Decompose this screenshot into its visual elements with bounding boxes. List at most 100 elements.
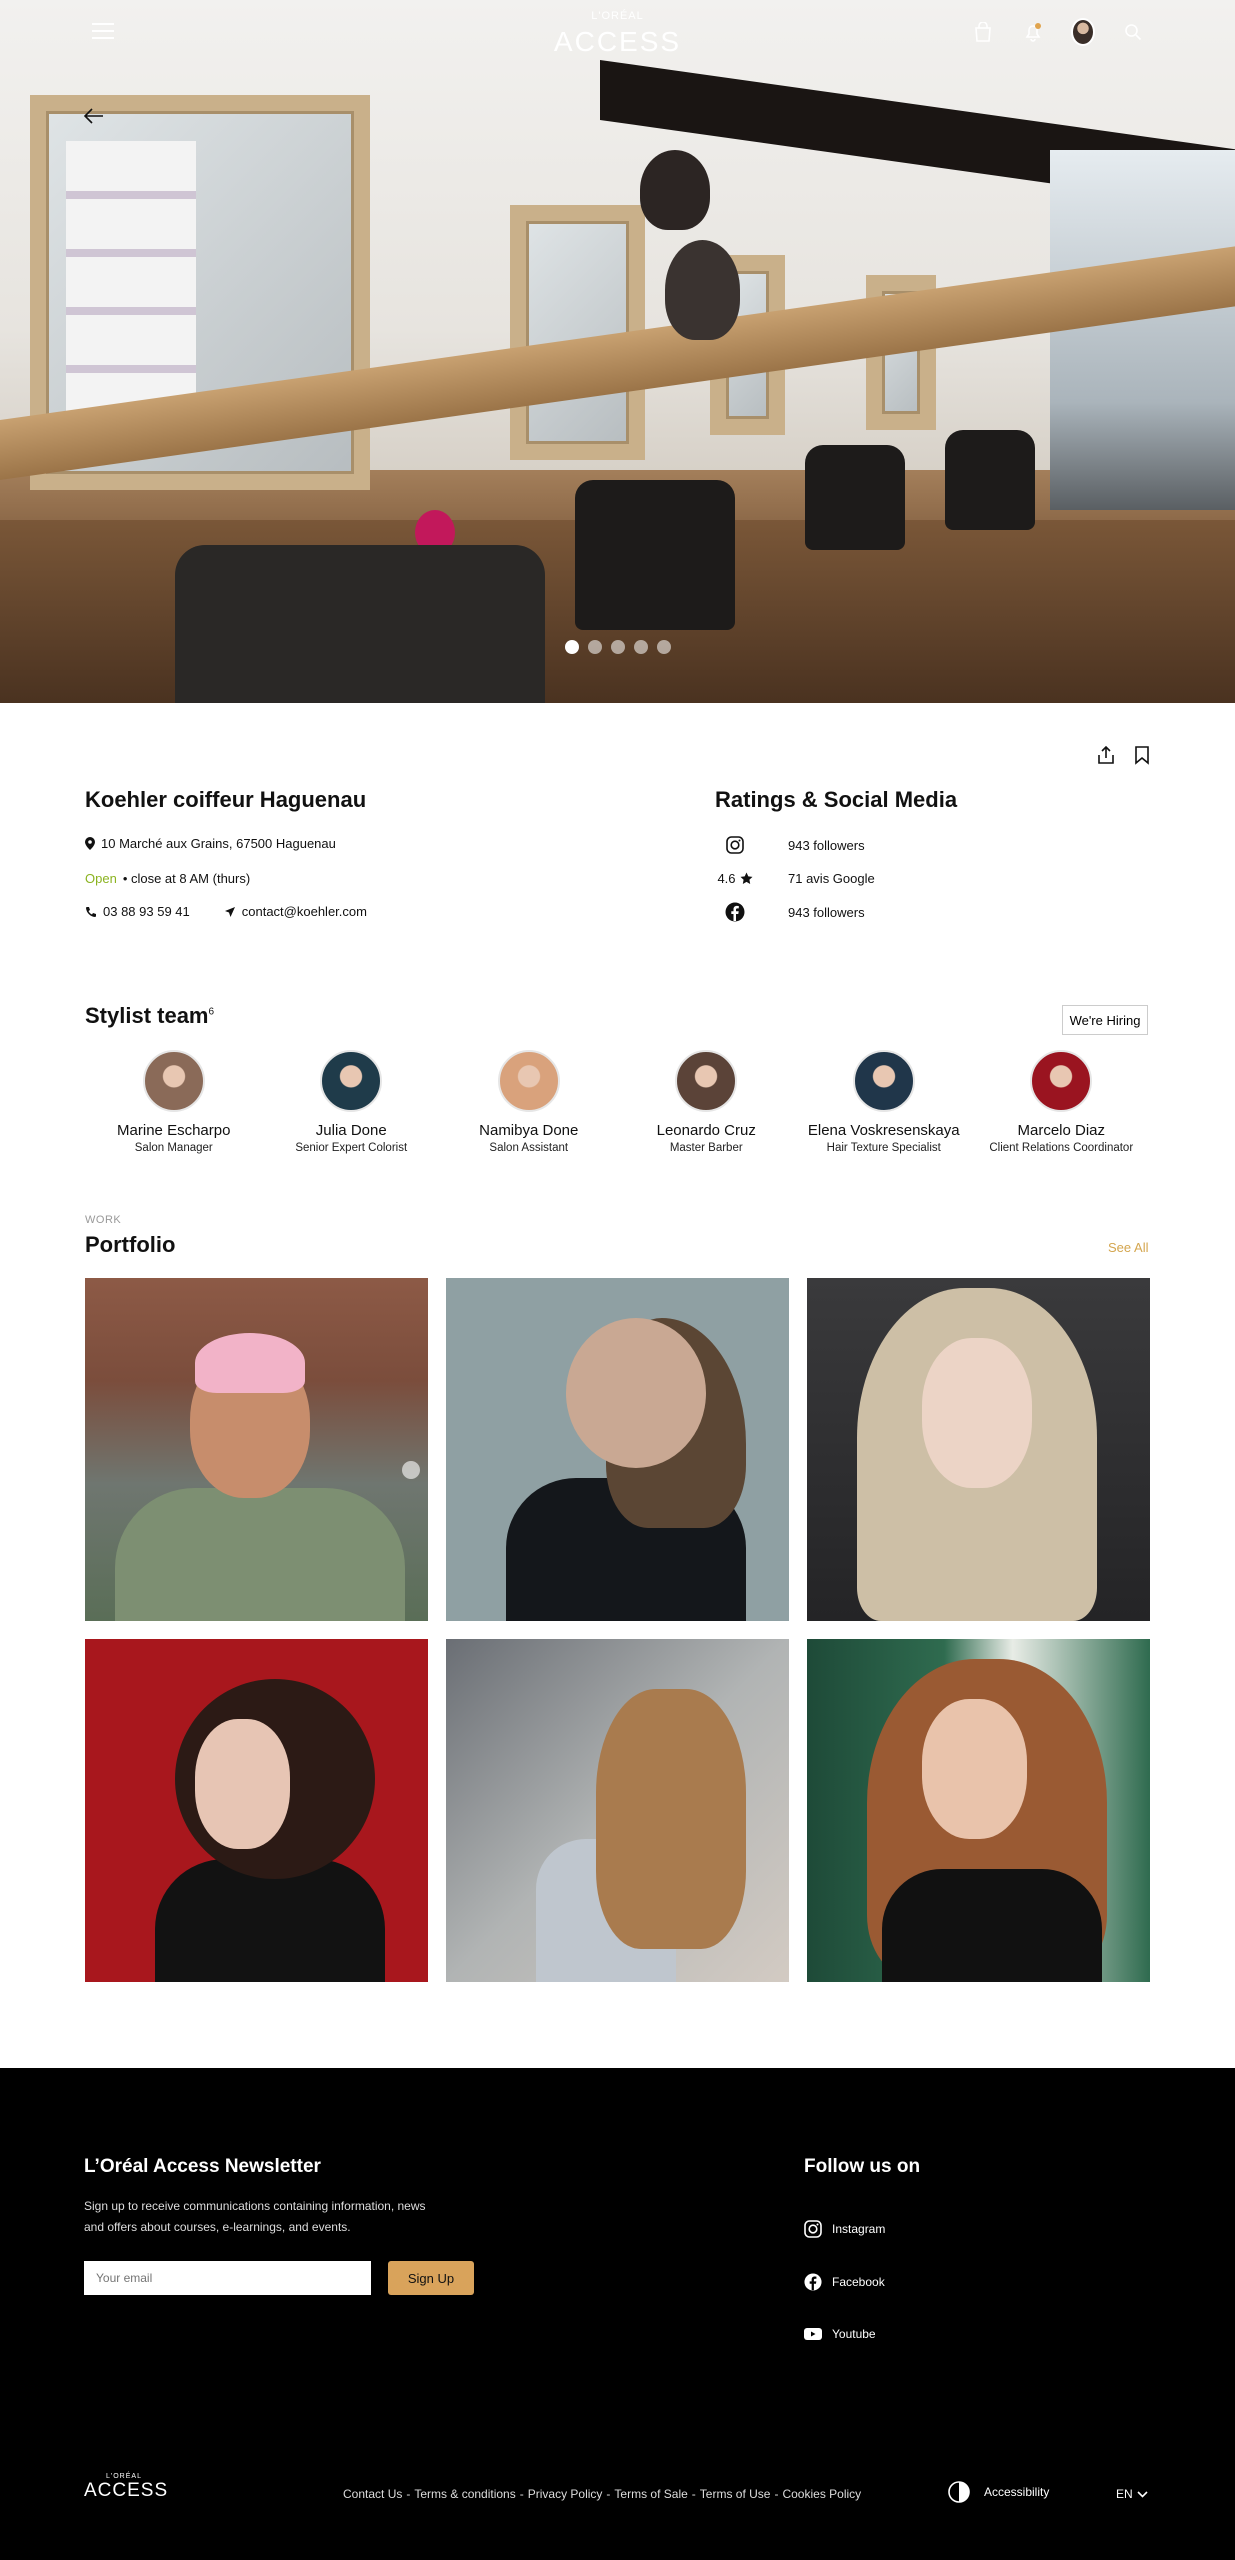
- stylist-role: Master Barber: [669, 1142, 743, 1154]
- link-separator: -: [406, 2487, 411, 2501]
- bell-icon[interactable]: [1021, 20, 1045, 44]
- google-reviews: 71 avis Google: [788, 871, 875, 886]
- instagram-label: Instagram: [832, 2222, 886, 2236]
- stylist-avatar: [1030, 1050, 1093, 1112]
- send-icon: [224, 906, 235, 917]
- instagram-link[interactable]: Instagram: [804, 2220, 885, 2238]
- stylist-count: 6: [208, 1006, 215, 1018]
- stylist-avatar: [320, 1050, 383, 1112]
- stylist-role: Senior Expert Colorist: [295, 1142, 408, 1154]
- stylist-card[interactable]: Namibya Done Salon Assistant: [440, 1050, 618, 1154]
- see-all-link[interactable]: See All: [1108, 1240, 1148, 1255]
- footer-logo[interactable]: L'ORÉAL ACCESS: [84, 2473, 168, 2502]
- link-separator: -: [519, 2487, 524, 2501]
- portfolio-image-6[interactable]: [807, 1639, 1150, 1982]
- stylist-role: Salon Assistant: [489, 1142, 569, 1154]
- stylist-avatar: [852, 1050, 915, 1112]
- next-arrow-icon[interactable]: [402, 1461, 420, 1479]
- youtube-label: Youtube: [832, 2327, 876, 2341]
- ratings-title: Ratings & Social Media: [715, 787, 958, 812]
- facebook-row[interactable]: 943 followers: [715, 902, 865, 922]
- search-icon[interactable]: [1121, 20, 1145, 44]
- salon-name: Koehler coiffeur Haguenau: [85, 787, 367, 812]
- carousel-dot[interactable]: [587, 640, 602, 654]
- footer-link[interactable]: Cookies Policy: [782, 2487, 861, 2501]
- stylist-name: Marcelo Diaz: [1017, 1122, 1106, 1139]
- portfolio-image-3[interactable]: [807, 1278, 1150, 1621]
- bookmark-icon[interactable]: [1134, 745, 1156, 767]
- stylist-team-label: Stylist team: [85, 1003, 209, 1028]
- footer-links: Contact Us - Terms & conditions - Privacy Po…: [343, 2487, 861, 2501]
- stylist-avatar: [142, 1050, 205, 1112]
- salon-phone[interactable]: 03 88 93 59 41: [103, 904, 190, 919]
- instagram-icon: [726, 836, 744, 854]
- stylist-avatar: [497, 1050, 560, 1112]
- stylist-card[interactable]: Leonardo Cruz Master Barber: [618, 1050, 796, 1154]
- stylist-team-title: Stylist team6: [85, 1003, 214, 1029]
- stylist-card[interactable]: Marine Escharpo Salon Manager: [85, 1050, 263, 1154]
- hero-carousel[interactable]: L'ORÉAL ACCESS: [0, 0, 1235, 703]
- shopping-bag-icon[interactable]: [971, 20, 995, 44]
- youtube-icon: [804, 2328, 822, 2340]
- open-status: Open: [85, 871, 117, 886]
- portfolio-image-2[interactable]: [446, 1278, 789, 1621]
- carousel-dot[interactable]: [633, 640, 648, 654]
- footer-link[interactable]: Terms of Sale: [614, 2487, 687, 2501]
- stylist-name: Elena Voskresenskaya: [807, 1122, 960, 1139]
- google-rating-row[interactable]: 4.6 71 avis Google: [715, 871, 875, 886]
- stylist-card[interactable]: Marcelo Diaz Client Relations Coordinator: [973, 1050, 1151, 1154]
- we-are-hiring-button[interactable]: We're Hiring: [1062, 1005, 1148, 1035]
- salon-hours-row: Open • close at 8 AM (thurs): [85, 871, 250, 886]
- facebook-followers: 943 followers: [788, 904, 865, 920]
- footer-logo-brand: L'ORÉAL: [106, 2473, 142, 2480]
- salon-actions: [1096, 745, 1156, 767]
- sign-up-button[interactable]: Sign Up: [388, 2261, 474, 2295]
- hero-image-detail: [640, 150, 710, 230]
- facebook-link[interactable]: Facebook: [804, 2273, 885, 2291]
- newsletter-text: Sign up to receive communications contai…: [84, 2199, 426, 2234]
- carousel-dot[interactable]: [656, 640, 671, 654]
- link-separator: -: [691, 2487, 696, 2501]
- google-score: 4.6: [717, 871, 736, 886]
- stylist-avatar: [675, 1050, 738, 1112]
- stylist-card[interactable]: Julia Done Senior Expert Colorist: [263, 1050, 441, 1154]
- footer-link[interactable]: Terms & conditions: [414, 2487, 515, 2501]
- facebook-icon: [804, 2273, 822, 2291]
- youtube-link[interactable]: Youtube: [804, 2327, 876, 2341]
- portfolio-image-4[interactable]: [85, 1639, 428, 1982]
- language-selector[interactable]: EN: [1116, 2487, 1148, 2501]
- footer: L’Oréal Access Newsletter Sign up to rec…: [0, 2068, 1235, 2560]
- top-navigation: L'ORÉAL ACCESS: [0, 0, 1235, 70]
- stylist-name: Marine Escharpo: [117, 1122, 231, 1139]
- salon-contact-row: 03 88 93 59 41 contact@koehler.com: [85, 904, 367, 919]
- chevron-down-icon: [1137, 2490, 1148, 2498]
- carousel-dot[interactable]: [610, 640, 625, 654]
- phone-icon: [86, 906, 96, 917]
- stylist-role: Hair Texture Specialist: [826, 1142, 941, 1154]
- stylist-card[interactable]: Elena Voskresenskaya Hair Texture Special…: [795, 1050, 973, 1154]
- instagram-followers: 943 followers: [788, 837, 865, 853]
- facebook-label: Facebook: [832, 2275, 885, 2289]
- newsletter-email-input[interactable]: [84, 2261, 371, 2295]
- salon-address: 10 Marché aux Grains, 67500 Haguenau: [101, 836, 336, 851]
- back-arrow-icon[interactable]: [83, 108, 104, 129]
- carousel-dot[interactable]: [564, 640, 579, 654]
- follow-us-title: Follow us on: [804, 2156, 921, 2177]
- footer-link[interactable]: Privacy Policy: [528, 2487, 603, 2501]
- footer-link[interactable]: Contact Us: [343, 2487, 402, 2501]
- instagram-row[interactable]: 943 followers: [715, 836, 865, 854]
- accessibility-toggle[interactable]: Accessibility: [948, 2481, 1049, 2503]
- stylist-name: Namibya Done: [479, 1122, 579, 1139]
- star-icon: [740, 872, 753, 884]
- hero-image-detail: [175, 545, 545, 703]
- facebook-icon: [725, 902, 745, 922]
- share-icon[interactable]: [1096, 745, 1118, 767]
- salon-email[interactable]: contact@koehler.com: [242, 904, 367, 919]
- stylist-name: Julia Done: [315, 1122, 387, 1139]
- closing-time: • close at 8 AM (thurs): [122, 871, 251, 886]
- user-avatar[interactable]: [1071, 18, 1095, 46]
- portfolio-image-1[interactable]: [85, 1278, 428, 1621]
- footer-link[interactable]: Terms of Use: [700, 2487, 771, 2501]
- link-separator: -: [774, 2487, 779, 2501]
- portfolio-image-5[interactable]: [446, 1639, 789, 1982]
